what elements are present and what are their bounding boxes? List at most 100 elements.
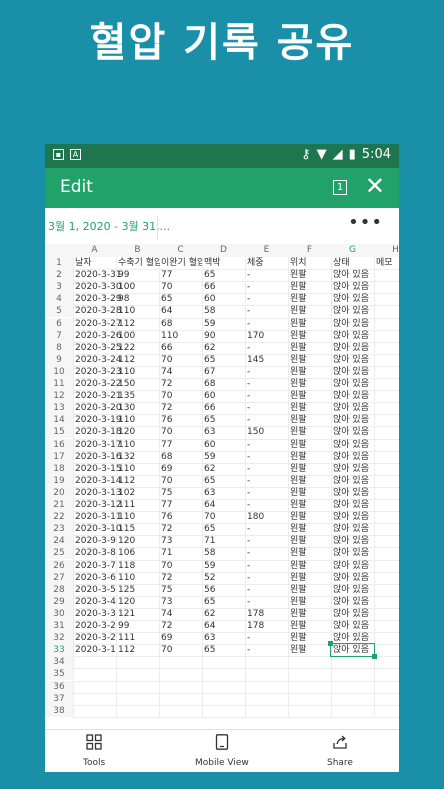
- table-cell[interactable]: 왼팔: [289, 644, 331, 656]
- table-cell[interactable]: 145: [246, 354, 288, 366]
- table-cell[interactable]: 70: [160, 475, 202, 487]
- row-header[interactable]: 19: [45, 474, 73, 487]
- table-cell[interactable]: 110: [117, 414, 160, 426]
- row-header[interactable]: 1: [45, 257, 73, 269]
- grid-corner[interactable]: [45, 244, 74, 257]
- table-cell[interactable]: 110: [117, 439, 160, 451]
- table-cell[interactable]: 앉아 있음: [332, 318, 374, 330]
- table-cell[interactable]: 60: [203, 439, 245, 451]
- table-cell[interactable]: -: [246, 451, 288, 463]
- table-cell[interactable]: 왼팔: [289, 475, 331, 487]
- table-cell[interactable]: 75: [160, 584, 202, 596]
- table-cell[interactable]: 112: [117, 644, 160, 656]
- table-cell[interactable]: 170: [246, 330, 288, 342]
- table-cell[interactable]: 180: [246, 511, 288, 523]
- table-cell[interactable]: 앉아 있음: [332, 463, 374, 475]
- column-header-g[interactable]: G: [331, 244, 375, 257]
- row-header[interactable]: 36: [45, 680, 73, 693]
- table-cell[interactable]: 65: [203, 354, 245, 366]
- table-cell[interactable]: 111: [117, 632, 160, 644]
- table-cell[interactable]: 체중: [246, 257, 288, 269]
- table-cell[interactable]: -: [246, 523, 288, 535]
- table-cell[interactable]: -: [246, 499, 288, 511]
- table-cell[interactable]: 75: [160, 487, 202, 499]
- table-cell[interactable]: 118: [117, 560, 160, 572]
- table-cell[interactable]: 70: [203, 511, 245, 523]
- row-header[interactable]: 28: [45, 583, 73, 596]
- row-header[interactable]: 26: [45, 559, 73, 572]
- row-header[interactable]: 16: [45, 438, 73, 451]
- table-cell[interactable]: 70: [160, 390, 202, 402]
- table-cell[interactable]: 72: [160, 378, 202, 390]
- row-header[interactable]: 7: [45, 329, 73, 342]
- row-header[interactable]: 33: [45, 644, 73, 657]
- table-cell[interactable]: 120: [117, 426, 160, 438]
- table-cell[interactable]: 왼팔: [289, 499, 331, 511]
- selection-handle-start[interactable]: [328, 641, 333, 647]
- table-cell[interactable]: 왼팔: [289, 608, 331, 620]
- table-cell[interactable]: 76: [160, 511, 202, 523]
- table-cell[interactable]: 62: [203, 342, 245, 354]
- table-cell[interactable]: 왼팔: [289, 305, 331, 317]
- table-cell[interactable]: -: [246, 475, 288, 487]
- table-cell[interactable]: 앉아 있음: [332, 475, 374, 487]
- cell-content-field[interactable]: 3월 1, 2020 - 3월 31,...: [48, 218, 170, 234]
- table-cell[interactable]: -: [246, 342, 288, 354]
- table-cell[interactable]: 70: [160, 644, 202, 656]
- table-cell[interactable]: 99: [117, 620, 160, 632]
- table-cell[interactable]: -: [246, 487, 288, 499]
- table-cell[interactable]: 앉아 있음: [332, 439, 374, 451]
- table-cell[interactable]: 72: [160, 620, 202, 632]
- row-header[interactable]: 11: [45, 378, 73, 390]
- row-header[interactable]: 15: [45, 426, 73, 439]
- table-cell[interactable]: 왼팔: [289, 414, 331, 426]
- table-cell[interactable]: 59: [203, 318, 245, 330]
- tools-button[interactable]: Tools: [83, 734, 105, 768]
- table-cell[interactable]: 102: [117, 487, 160, 499]
- table-cell[interactable]: -: [246, 366, 288, 378]
- table-cell[interactable]: 왼팔: [289, 439, 331, 451]
- table-cell[interactable]: 70: [160, 426, 202, 438]
- table-cell[interactable]: -: [246, 269, 288, 281]
- column-header-c[interactable]: C: [159, 244, 203, 257]
- table-cell[interactable]: 왼팔: [289, 463, 331, 475]
- table-cell[interactable]: 63: [203, 487, 245, 499]
- table-cell[interactable]: 왼팔: [289, 487, 331, 499]
- row-header[interactable]: 20: [45, 486, 73, 499]
- table-cell[interactable]: -: [246, 439, 288, 451]
- table-cell[interactable]: 앉아 있음: [332, 523, 374, 535]
- table-cell[interactable]: 66: [203, 281, 245, 293]
- table-cell[interactable]: 위치: [289, 257, 331, 269]
- table-cell[interactable]: 60: [203, 390, 245, 402]
- table-cell[interactable]: 98: [117, 293, 160, 305]
- table-cell[interactable]: 122: [117, 342, 160, 354]
- table-cell[interactable]: 앉아 있음: [332, 305, 374, 317]
- table-cell[interactable]: 앉아 있음: [332, 426, 374, 438]
- table-cell[interactable]: 앉아 있음: [332, 511, 374, 523]
- row-header[interactable]: 10: [45, 365, 73, 378]
- row-header[interactable]: 27: [45, 571, 73, 584]
- table-cell[interactable]: 이완기 혈압: [160, 257, 202, 269]
- column-header-e[interactable]: E: [245, 244, 289, 257]
- table-cell[interactable]: -: [246, 535, 288, 547]
- more-options-icon[interactable]: •••: [348, 212, 383, 233]
- table-cell[interactable]: 74: [160, 366, 202, 378]
- table-cell[interactable]: -: [246, 402, 288, 414]
- table-cell[interactable]: 왼팔: [289, 596, 331, 608]
- table-cell[interactable]: 왼팔: [289, 330, 331, 342]
- table-cell[interactable]: 110: [117, 511, 160, 523]
- table-cell[interactable]: 115: [117, 523, 160, 535]
- table-cell[interactable]: 71: [203, 535, 245, 547]
- table-cell[interactable]: 왼팔: [289, 269, 331, 281]
- row-header[interactable]: 24: [45, 535, 73, 548]
- table-cell[interactable]: -: [246, 390, 288, 402]
- table-cell[interactable]: 앉아 있음: [332, 499, 374, 511]
- table-cell[interactable]: 76: [160, 414, 202, 426]
- table-cell[interactable]: 왼팔: [289, 523, 331, 535]
- table-cell[interactable]: 왼팔: [289, 451, 331, 463]
- row-header[interactable]: 9: [45, 353, 73, 366]
- column-header-d[interactable]: D: [202, 244, 246, 257]
- table-cell[interactable]: 왼팔: [289, 511, 331, 523]
- table-cell[interactable]: 왼팔: [289, 402, 331, 414]
- table-cell[interactable]: 121: [117, 608, 160, 620]
